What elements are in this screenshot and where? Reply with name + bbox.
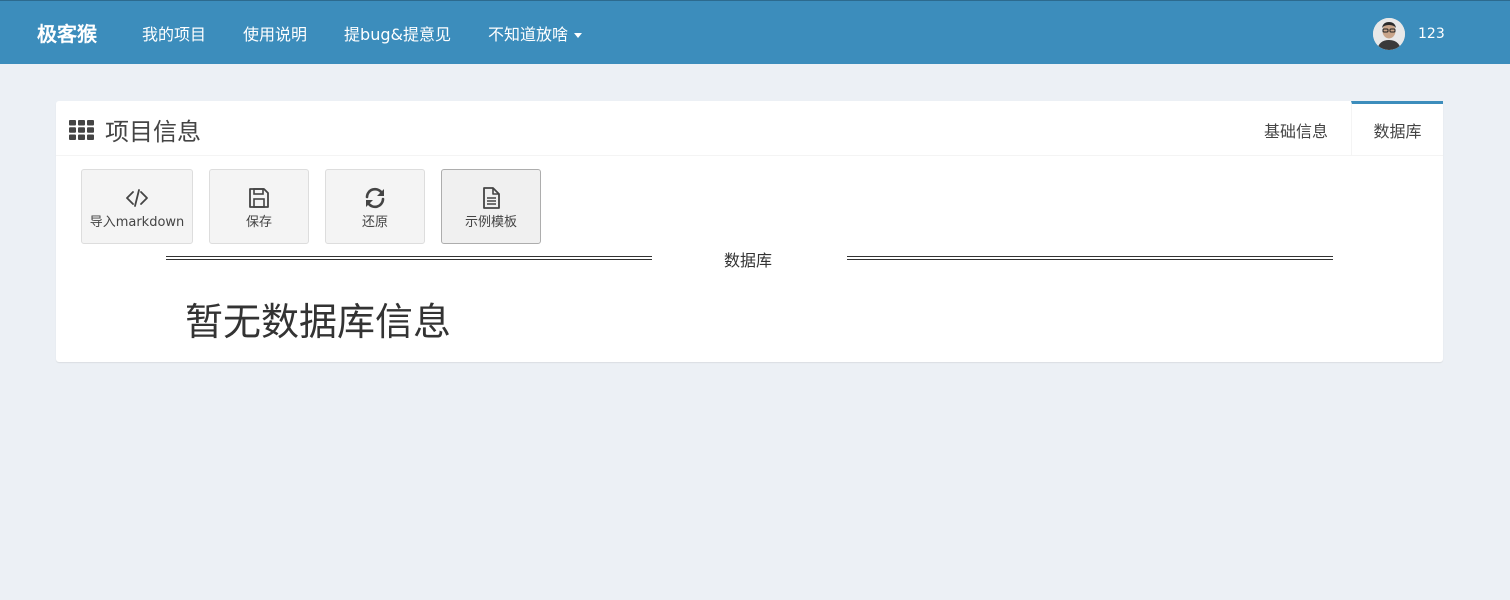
tab-basic-info-label: 基础信息 xyxy=(1263,121,1328,141)
panel-title-text: 项目信息 xyxy=(105,118,201,146)
user-menu[interactable]: 123 xyxy=(1373,18,1445,50)
tab-database[interactable]: 数据库 xyxy=(1351,101,1443,156)
code-icon xyxy=(126,188,148,207)
refresh-icon xyxy=(365,187,385,208)
nav-dropdown-misc[interactable]: 不知道放啥 xyxy=(488,21,582,45)
nav-link-instructions[interactable]: 使用说明 xyxy=(243,21,307,45)
panel-tabs: 基础信息 数据库 xyxy=(1241,101,1443,156)
import-markdown-label: 导入markdown xyxy=(89,214,185,230)
nav-dropdown-label: 不知道放啥 xyxy=(487,25,568,44)
file-text-icon xyxy=(483,186,500,209)
user-avatar-image xyxy=(1373,18,1405,50)
section-divider-right xyxy=(847,256,1333,260)
tab-basic-info[interactable]: 基础信息 xyxy=(1241,101,1351,156)
project-info-panel: 项目信息 基础信息 数据库 导入markdown 保存 还原 示例模板 数据库 … xyxy=(56,101,1443,362)
tab-database-label: 数据库 xyxy=(1373,122,1422,141)
import-markdown-button[interactable]: 导入markdown xyxy=(81,169,193,244)
restore-button[interactable]: 还原 xyxy=(325,169,425,244)
section-divider-left xyxy=(166,256,652,260)
save-label: 保存 xyxy=(245,214,272,230)
section-title: 数据库 xyxy=(724,251,773,270)
username: 123 xyxy=(1418,26,1445,42)
restore-label: 还原 xyxy=(361,214,388,230)
nav-link-my-projects[interactable]: 我的项目 xyxy=(142,21,206,45)
top-navbar: 极客猴 我的项目 使用说明 提bug&提意见 不知道放啥 123 xyxy=(0,0,1510,64)
user-avatar xyxy=(1373,18,1405,50)
nav-links: 我的项目 使用说明 提bug&提意见 不知道放啥 xyxy=(142,21,619,45)
example-template-label: 示例模板 xyxy=(464,214,517,230)
panel-title: 项目信息 xyxy=(69,112,201,147)
caret-down-icon xyxy=(573,33,582,38)
th-grid-icon xyxy=(69,119,94,140)
example-template-button[interactable]: 示例模板 xyxy=(441,169,541,244)
save-button[interactable]: 保存 xyxy=(209,169,309,244)
empty-state-message: 暂无数据库信息 xyxy=(185,300,452,344)
brand-logo[interactable]: 极客猴 xyxy=(37,18,97,47)
nav-link-feedback[interactable]: 提bug&提意见 xyxy=(344,21,451,45)
save-icon xyxy=(249,187,269,208)
panel-header: 项目信息 基础信息 数据库 xyxy=(56,101,1443,156)
